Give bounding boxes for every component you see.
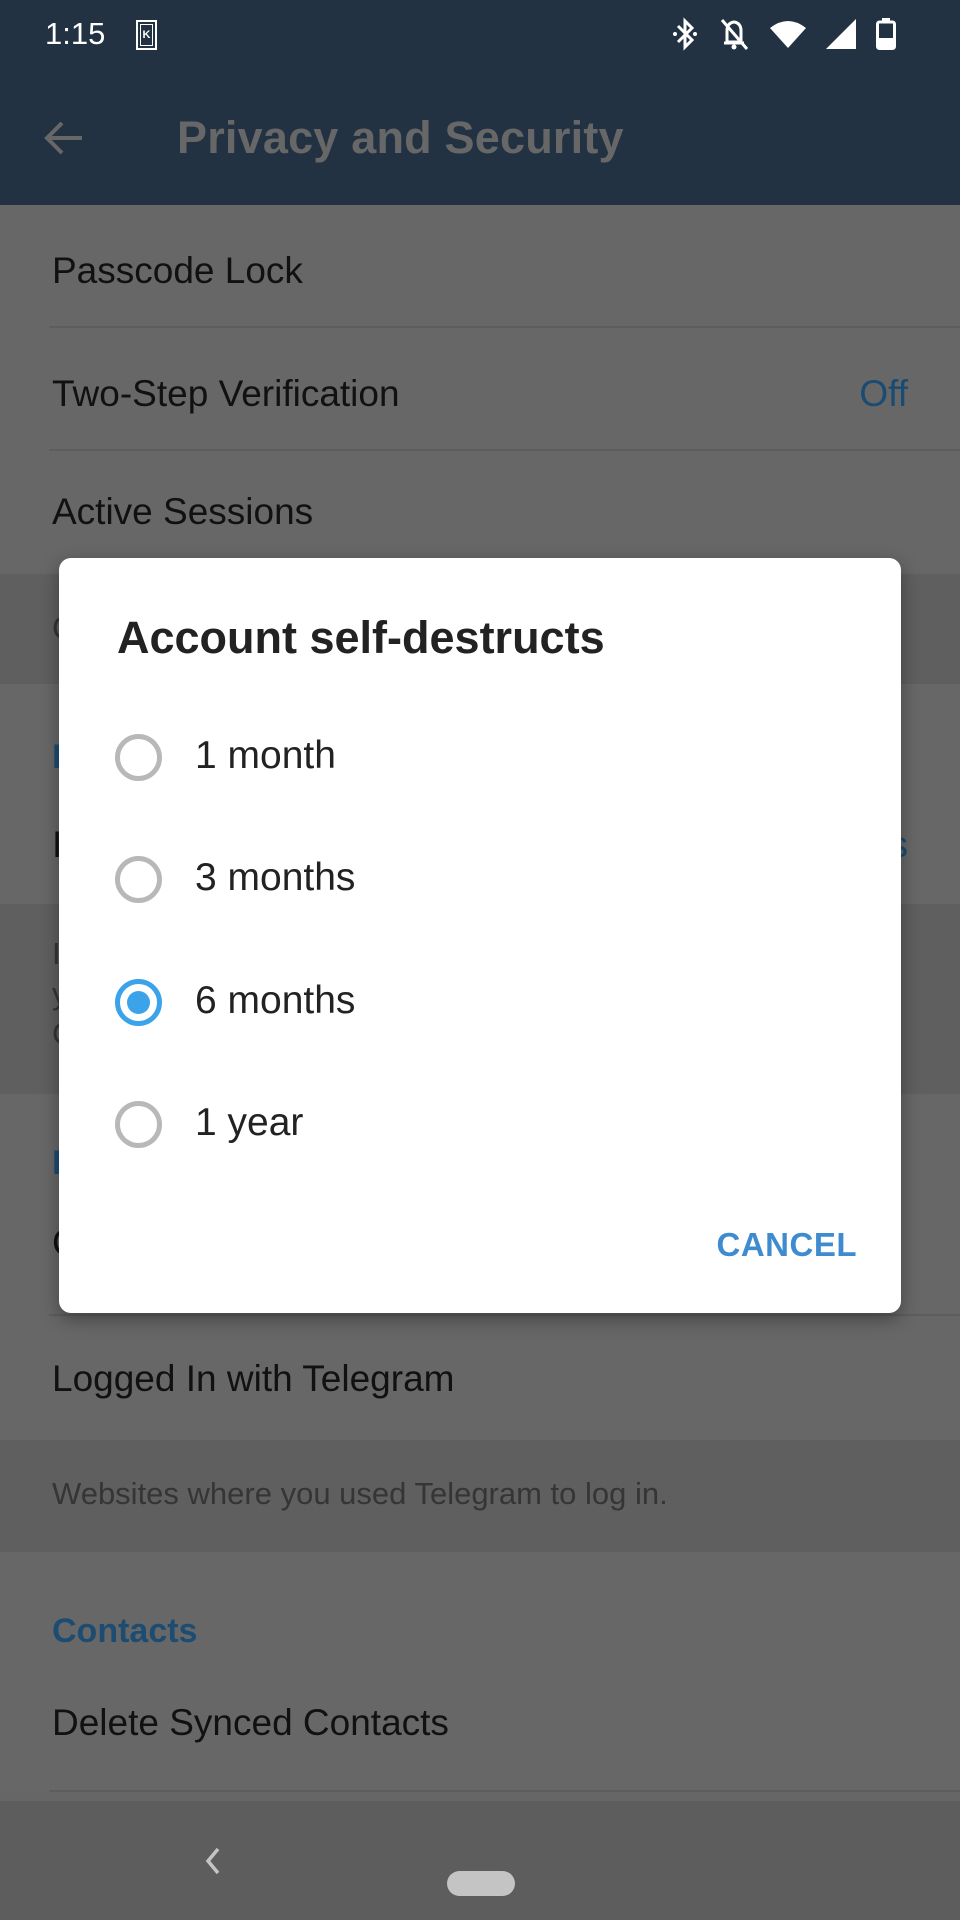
active-sessions-row[interactable]: Active Sessions (0, 451, 960, 574)
row-value: Off (859, 373, 908, 414)
radio-unchecked-icon[interactable] (115, 734, 162, 781)
delete-synced-contacts-row[interactable]: Delete Synced Contacts (52, 1702, 449, 1744)
logged-in-with-telegram-row[interactable]: Logged In with Telegram (0, 1316, 960, 1440)
option-1-month[interactable]: 1 month (59, 700, 901, 810)
nav-back-icon[interactable] (200, 1843, 228, 1879)
wifi-icon (770, 21, 806, 48)
option-label: 1 month (195, 734, 336, 777)
arrow-left-icon (44, 121, 82, 155)
radio-unchecked-icon[interactable] (115, 1101, 162, 1148)
bluetooth-icon (673, 17, 697, 51)
option-3-months[interactable]: 3 months (59, 822, 901, 932)
radio-unchecked-icon[interactable] (115, 856, 162, 903)
contacts-section: Contacts Delete Synced Contacts (0, 1552, 960, 1792)
status-bar: 1:15 K (0, 0, 960, 68)
cancel-button[interactable]: CANCEL (717, 1226, 858, 1264)
passcode-lock-row[interactable]: Passcode Lock (0, 205, 960, 328)
row-label: Logged In with Telegram (52, 1358, 455, 1399)
option-label: 1 year (195, 1101, 304, 1144)
option-1-year[interactable]: 1 year (59, 1067, 901, 1177)
row-label: Passcode Lock (52, 250, 303, 291)
section-title-contacts: Contacts (52, 1612, 198, 1650)
option-label: 3 months (195, 856, 356, 899)
row-label: Two-Step Verification (52, 373, 400, 414)
k-app-icon: K (136, 20, 157, 50)
info-text: Websites where you used Telegram to log … (52, 1476, 668, 1511)
option-label: 6 months (195, 979, 356, 1022)
dialog-title: Account self-destructs (117, 612, 605, 663)
battery-icon (876, 18, 896, 50)
option-6-months[interactable]: 6 months (59, 945, 901, 1055)
two-step-verification-row[interactable]: Two-Step Verification Off (0, 328, 960, 451)
app-bar: Privacy and Security (0, 68, 960, 205)
account-self-destruct-dialog: Account self-destructs 1 month 3 months … (59, 558, 901, 1313)
status-time: 1:15 (45, 16, 106, 51)
page-title: Privacy and Security (177, 112, 624, 163)
radio-checked-icon[interactable] (115, 979, 162, 1026)
logged-in-info: Websites where you used Telegram to log … (0, 1440, 960, 1552)
back-button[interactable] (40, 114, 88, 162)
navigation-bar (0, 1801, 960, 1920)
notifications-off-icon (720, 19, 749, 50)
status-icons (672, 16, 896, 52)
signal-icon (826, 19, 856, 49)
row-label: Active Sessions (52, 491, 314, 532)
nav-home-pill[interactable] (447, 1871, 515, 1896)
